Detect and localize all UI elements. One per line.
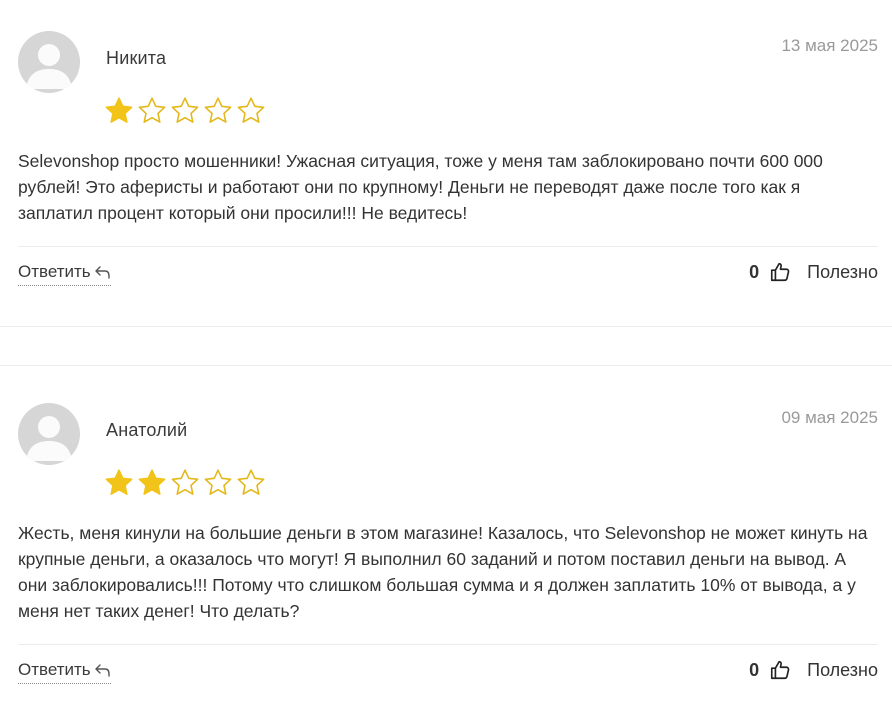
reply-button[interactable]: Ответить <box>18 262 111 286</box>
thumbs-up-icon[interactable] <box>769 659 791 681</box>
reply-arrow-icon <box>94 664 110 677</box>
helpful-control: 0 Полезно <box>749 261 878 283</box>
reply-button[interactable]: Ответить <box>18 660 111 684</box>
helpful-button[interactable]: Полезно <box>807 660 878 681</box>
star-empty-icon <box>237 469 265 495</box>
rating-stars <box>104 96 266 126</box>
star-filled-icon <box>138 469 166 495</box>
thumbs-up-icon[interactable] <box>769 261 791 283</box>
helpful-button[interactable]: Полезно <box>807 262 878 283</box>
star-empty-icon <box>204 97 232 123</box>
rating-stars <box>104 468 266 498</box>
helpful-control: 0 Полезно <box>749 659 878 681</box>
star-filled-icon <box>105 469 133 495</box>
reply-arrow-icon <box>94 266 110 279</box>
avatar <box>18 31 80 93</box>
review-text: Selevonshop просто мошенники! Ужасная си… <box>18 151 823 223</box>
review-separator <box>0 365 892 366</box>
user-silhouette-icon <box>26 44 72 89</box>
helpful-count: 0 <box>749 261 760 282</box>
review-date: 13 мая 2025 <box>781 36 878 55</box>
star-empty-icon <box>138 97 166 123</box>
star-empty-icon <box>237 97 265 123</box>
review-separator <box>0 326 892 327</box>
helpful-count: 0 <box>749 659 760 680</box>
star-empty-icon <box>204 469 232 495</box>
reply-label: Ответить <box>18 660 91 679</box>
avatar <box>18 403 80 465</box>
divider <box>18 644 878 645</box>
star-empty-icon <box>171 97 199 123</box>
review-author: Никита <box>106 48 167 68</box>
reply-label: Ответить <box>18 262 91 281</box>
review-date: 09 мая 2025 <box>781 408 878 427</box>
review-card: Никита 13 мая 2025 Selevonshop просто мо… <box>18 31 878 291</box>
review-author: Анатолий <box>106 420 188 440</box>
review-text: Жесть, меня кинули на большие деньги в э… <box>18 523 868 621</box>
review-card: Анатолий 09 мая 2025 Жесть, меня кинули … <box>18 403 878 703</box>
user-silhouette-icon <box>26 416 72 461</box>
star-filled-icon <box>105 97 133 123</box>
divider <box>18 246 878 247</box>
star-empty-icon <box>171 469 199 495</box>
